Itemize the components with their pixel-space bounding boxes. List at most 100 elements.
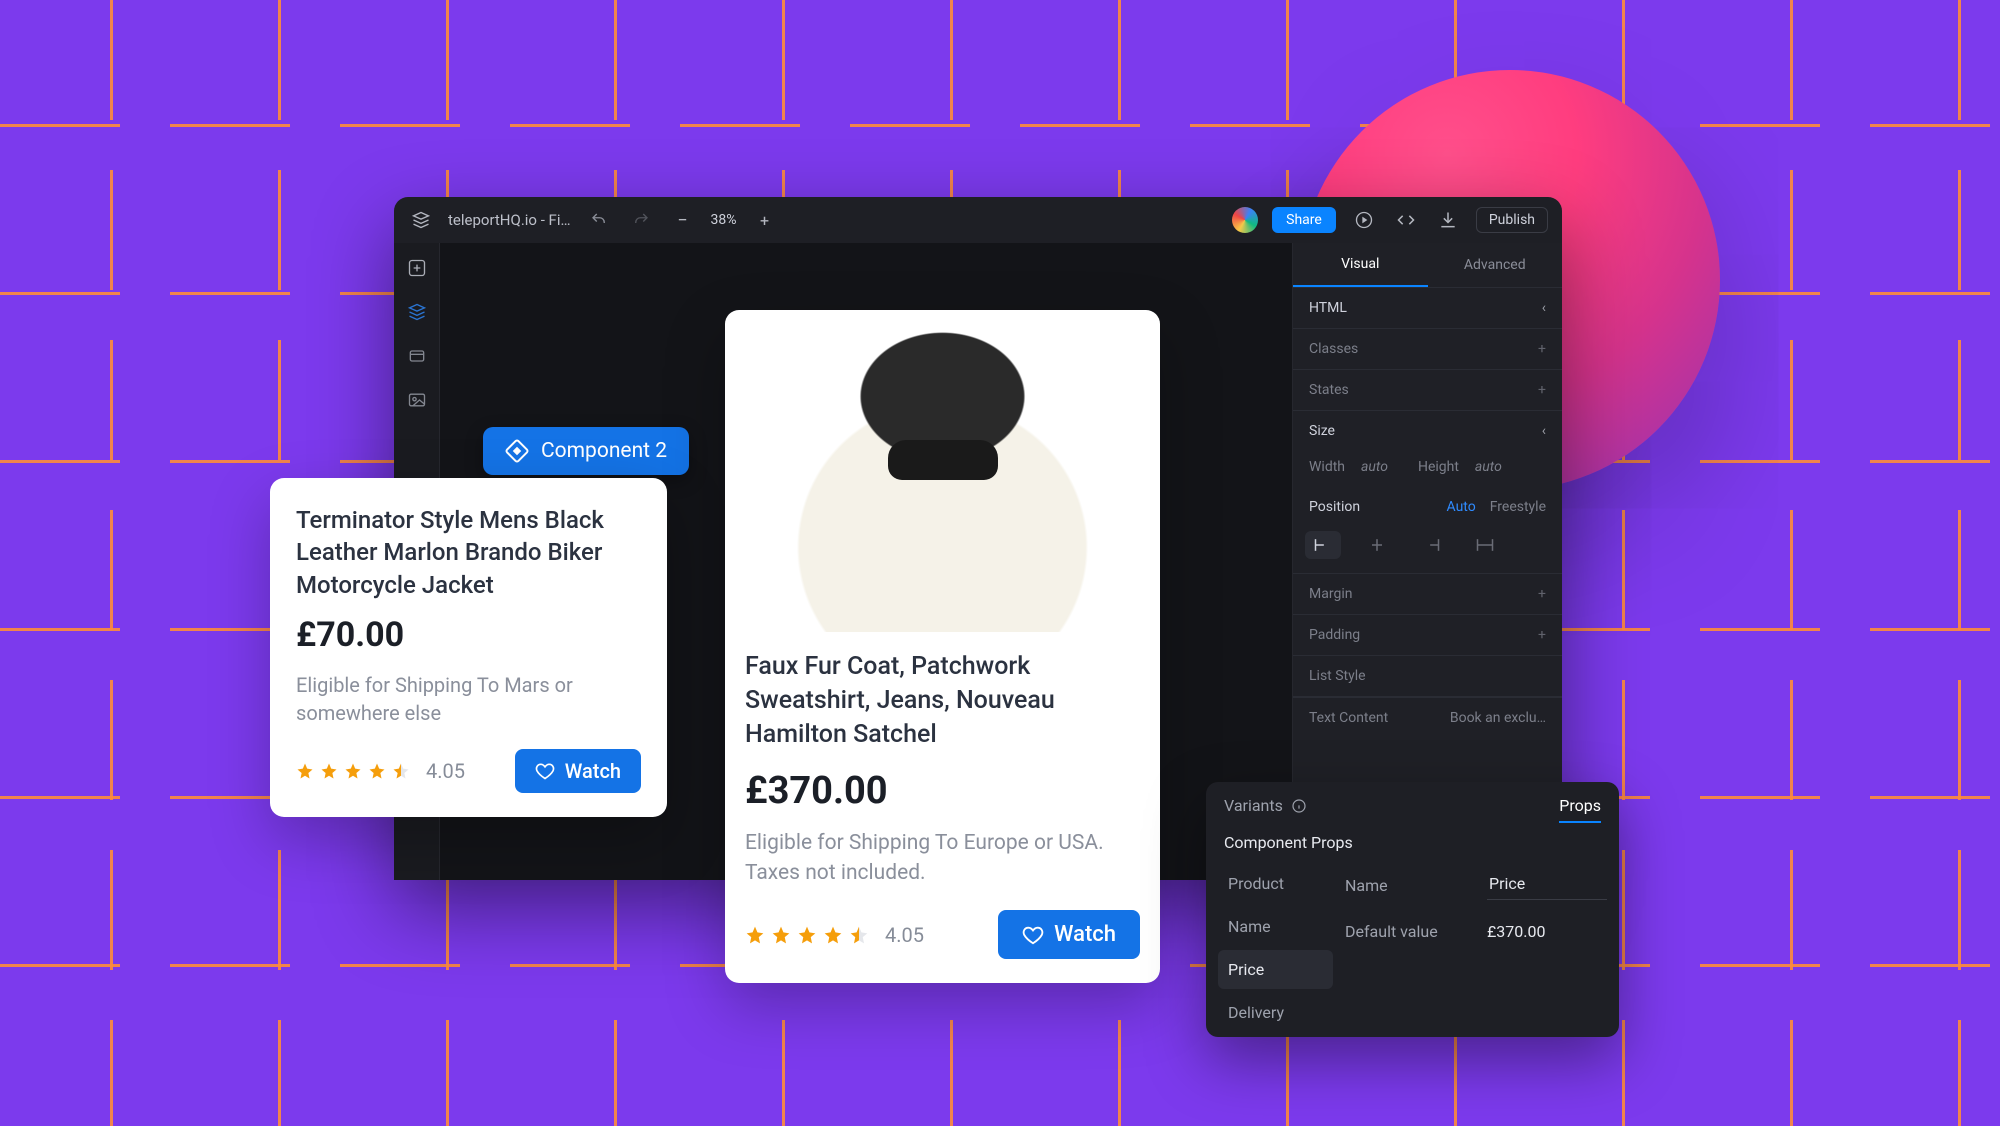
text-content-label: Text Content (1309, 710, 1388, 726)
section-padding[interactable]: Padding + (1293, 614, 1562, 655)
plus-icon: + (1538, 627, 1546, 643)
section-label: Position (1309, 499, 1360, 515)
star-half-icon (392, 762, 410, 780)
star-icon (745, 925, 765, 945)
component-icon (505, 439, 529, 463)
product-title: Faux Fur Coat, Patchwork Sweatshirt, Jea… (745, 650, 1140, 751)
plus-icon: + (1538, 586, 1546, 602)
width-label: Width (1309, 459, 1345, 475)
star-icon (344, 762, 362, 780)
zoom-out-icon[interactable]: − (669, 206, 697, 234)
product-card-small: Terminator Style Mens Black Leather Marl… (270, 478, 667, 817)
product-title: Terminator Style Mens Black Leather Marl… (296, 504, 641, 601)
section-label: Margin (1309, 586, 1352, 602)
align-center-icon[interactable] (1359, 531, 1395, 559)
props-form: Name Price Default value £370.00 (1345, 864, 1607, 1032)
download-icon[interactable] (1434, 206, 1462, 234)
section-size[interactable]: Size ‹ (1293, 410, 1562, 451)
product-price: £370.00 (745, 769, 1140, 813)
assets-icon[interactable] (404, 343, 430, 369)
preview-icon[interactable] (1350, 206, 1378, 234)
star-icon (368, 762, 386, 780)
prop-name-input[interactable]: Price (1487, 870, 1607, 900)
component-pill-label: Component 2 (541, 439, 667, 463)
star-icon (823, 925, 843, 945)
align-stretch-icon[interactable] (1467, 531, 1503, 559)
align-left-icon[interactable] (1305, 531, 1341, 559)
star-half-icon (849, 925, 869, 945)
prop-name-label: Name (1345, 876, 1465, 895)
section-position: Position Auto Freestyle (1293, 489, 1562, 525)
heart-icon (535, 761, 555, 781)
chevron-left-icon: ‹ (1542, 423, 1546, 439)
watch-button[interactable]: Watch (998, 910, 1140, 959)
section-label: List Style (1309, 668, 1366, 684)
publish-button[interactable]: Publish (1476, 207, 1548, 233)
layers-icon[interactable] (404, 299, 430, 325)
align-right-icon[interactable] (1413, 531, 1449, 559)
plus-icon: + (1538, 382, 1546, 398)
undo-icon[interactable] (585, 206, 613, 234)
prop-default-input[interactable]: £370.00 (1487, 922, 1545, 941)
section-states[interactable]: States + (1293, 369, 1562, 410)
prop-item-delivery[interactable]: Delivery (1218, 993, 1333, 1032)
shipping-note: Eligible for Shipping To Europe or USA. … (745, 829, 1140, 888)
section-label: States (1309, 382, 1349, 398)
section-label: Size (1309, 423, 1335, 439)
section-label: Classes (1309, 341, 1358, 357)
section-label: Padding (1309, 627, 1360, 643)
section-label: HTML (1309, 300, 1347, 316)
section-classes[interactable]: Classes + (1293, 328, 1562, 369)
variants-tab[interactable]: Variants (1224, 796, 1307, 815)
watch-label: Watch (565, 759, 621, 783)
product-price: £70.00 (296, 615, 641, 655)
user-avatar[interactable] (1232, 207, 1258, 233)
component-pill[interactable]: Component 2 (483, 427, 689, 475)
tab-advanced[interactable]: Advanced (1428, 243, 1563, 287)
share-button[interactable]: Share (1272, 207, 1336, 233)
zoom-level[interactable]: 38% (711, 212, 737, 228)
prop-item-name[interactable]: Name (1218, 907, 1333, 946)
zoom-in-icon[interactable]: + (751, 206, 779, 234)
info-icon (1291, 798, 1307, 814)
add-element-icon[interactable] (404, 255, 430, 281)
stage: teleportHQ.io - Fi… − 38% + Share Publis… (0, 0, 2000, 1126)
props-list: Product Name Price Delivery (1218, 864, 1333, 1032)
watch-label: Watch (1054, 922, 1116, 947)
rating-value: 4.05 (885, 923, 924, 947)
tab-visual[interactable]: Visual (1293, 243, 1428, 287)
position-auto-option[interactable]: Auto (1447, 499, 1476, 515)
prop-item-product[interactable]: Product (1218, 864, 1333, 903)
star-icon (771, 925, 791, 945)
section-liststyle[interactable]: List Style (1293, 655, 1562, 697)
align-row (1293, 525, 1562, 573)
text-content-value: Book an exclu… (1450, 710, 1546, 726)
props-tab[interactable]: Props (1559, 796, 1601, 823)
variants-label: Variants (1224, 796, 1283, 815)
product-image (745, 330, 1140, 632)
redo-icon[interactable] (627, 206, 655, 234)
code-icon[interactable] (1392, 206, 1420, 234)
chevron-left-icon: ‹ (1542, 300, 1546, 316)
section-html[interactable]: HTML ‹ (1293, 287, 1562, 328)
watch-button[interactable]: Watch (515, 749, 641, 793)
editor-topbar: teleportHQ.io - Fi… − 38% + Share Publis… (394, 197, 1562, 243)
image-asset-icon[interactable] (404, 387, 430, 413)
prop-item-price[interactable]: Price (1218, 950, 1333, 989)
props-panel-title: Component Props (1206, 825, 1619, 864)
app-logo-icon[interactable] (408, 207, 434, 233)
product-card-large: Faux Fur Coat, Patchwork Sweatshirt, Jea… (725, 310, 1160, 983)
rating-value: 4.05 (426, 759, 465, 783)
star-icon (320, 762, 338, 780)
height-label: Height (1418, 459, 1459, 475)
height-value[interactable]: auto (1475, 459, 1502, 475)
props-panel: Variants Props Component Props Product N… (1206, 782, 1619, 1037)
star-icon (296, 762, 314, 780)
section-margin[interactable]: Margin + (1293, 573, 1562, 614)
width-value[interactable]: auto (1361, 459, 1388, 475)
heart-icon (1022, 924, 1044, 946)
text-content-row[interactable]: Text Content Book an exclu… (1293, 697, 1562, 738)
project-title[interactable]: teleportHQ.io - Fi… (448, 211, 571, 229)
rating: 4.05 (745, 923, 924, 947)
position-freestyle-option[interactable]: Freestyle (1490, 499, 1546, 515)
